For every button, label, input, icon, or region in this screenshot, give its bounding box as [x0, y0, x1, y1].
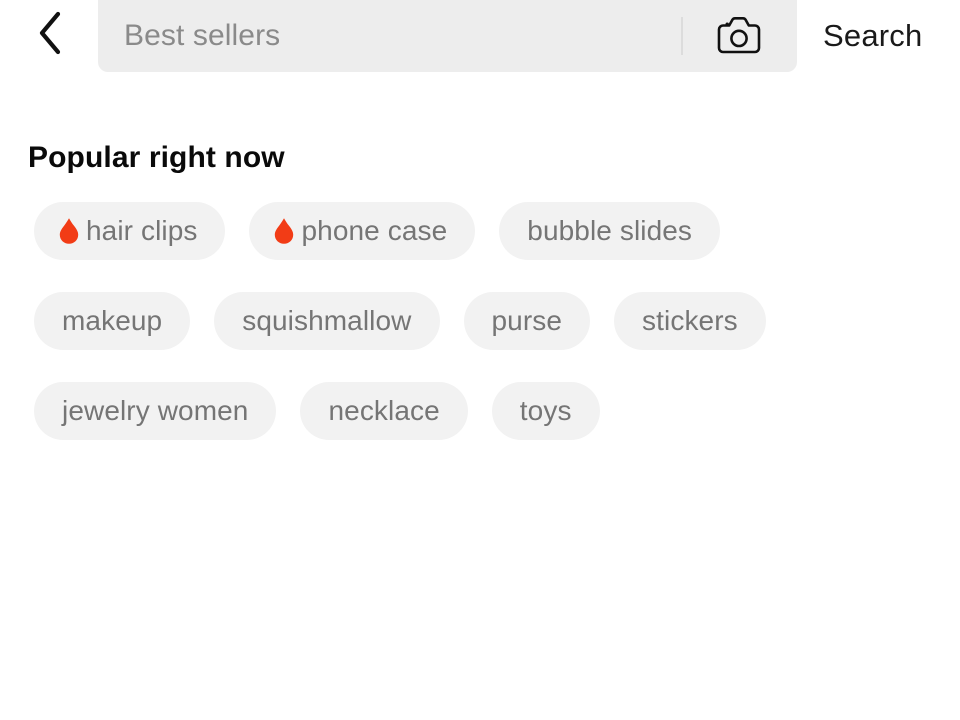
chip-hair-clips[interactable]: hair clips	[34, 202, 226, 260]
chip-stickers[interactable]: stickers	[614, 292, 766, 350]
chip-label: toys	[519, 395, 572, 426]
chip-label: stickers	[642, 305, 738, 336]
popular-chip-list: hair clips phone case bubble slides makeup s…	[0, 202, 800, 440]
search-submit-button[interactable]: Search	[823, 0, 922, 72]
chip-squishmallow[interactable]: squishmallow	[214, 292, 440, 350]
chip-toys[interactable]: toys	[491, 382, 600, 440]
search-screen: Best sellers Search Popular right now ha…	[0, 0, 960, 720]
popular-section: Popular right now hair clips phone case bu…	[0, 140, 960, 440]
flame-icon	[56, 216, 82, 246]
chip-makeup[interactable]: makeup	[34, 292, 191, 350]
chip-bubble-slides[interactable]: bubble slides	[499, 202, 721, 260]
camera-search-button[interactable]	[713, 13, 765, 59]
chip-necklace[interactable]: necklace	[300, 382, 468, 440]
chip-purse[interactable]: purse	[463, 292, 591, 350]
chip-label: bubble slides	[527, 215, 693, 246]
search-field[interactable]: Best sellers	[98, 0, 797, 72]
chip-label: phone case	[301, 215, 448, 246]
camera-icon	[715, 15, 763, 57]
chip-jewelry-women[interactable]: jewelry women	[34, 382, 277, 440]
chip-label: jewelry women	[62, 395, 249, 426]
search-input-placeholder: Best sellers	[124, 19, 281, 52]
back-button[interactable]	[22, 2, 78, 64]
chip-label: squishmallow	[242, 305, 412, 336]
chip-phone-case[interactable]: phone case	[249, 202, 476, 260]
chip-label: purse	[491, 305, 563, 336]
chip-label: makeup	[62, 305, 163, 336]
chip-label: hair clips	[86, 215, 198, 246]
search-field-inner: Best sellers	[98, 0, 797, 72]
chevron-left-icon	[37, 11, 63, 55]
chip-label: necklace	[328, 395, 440, 426]
section-title: Popular right now	[28, 141, 285, 174]
search-divider	[681, 17, 683, 55]
search-header: Best sellers Search	[0, 0, 960, 78]
flame-icon	[271, 216, 297, 246]
